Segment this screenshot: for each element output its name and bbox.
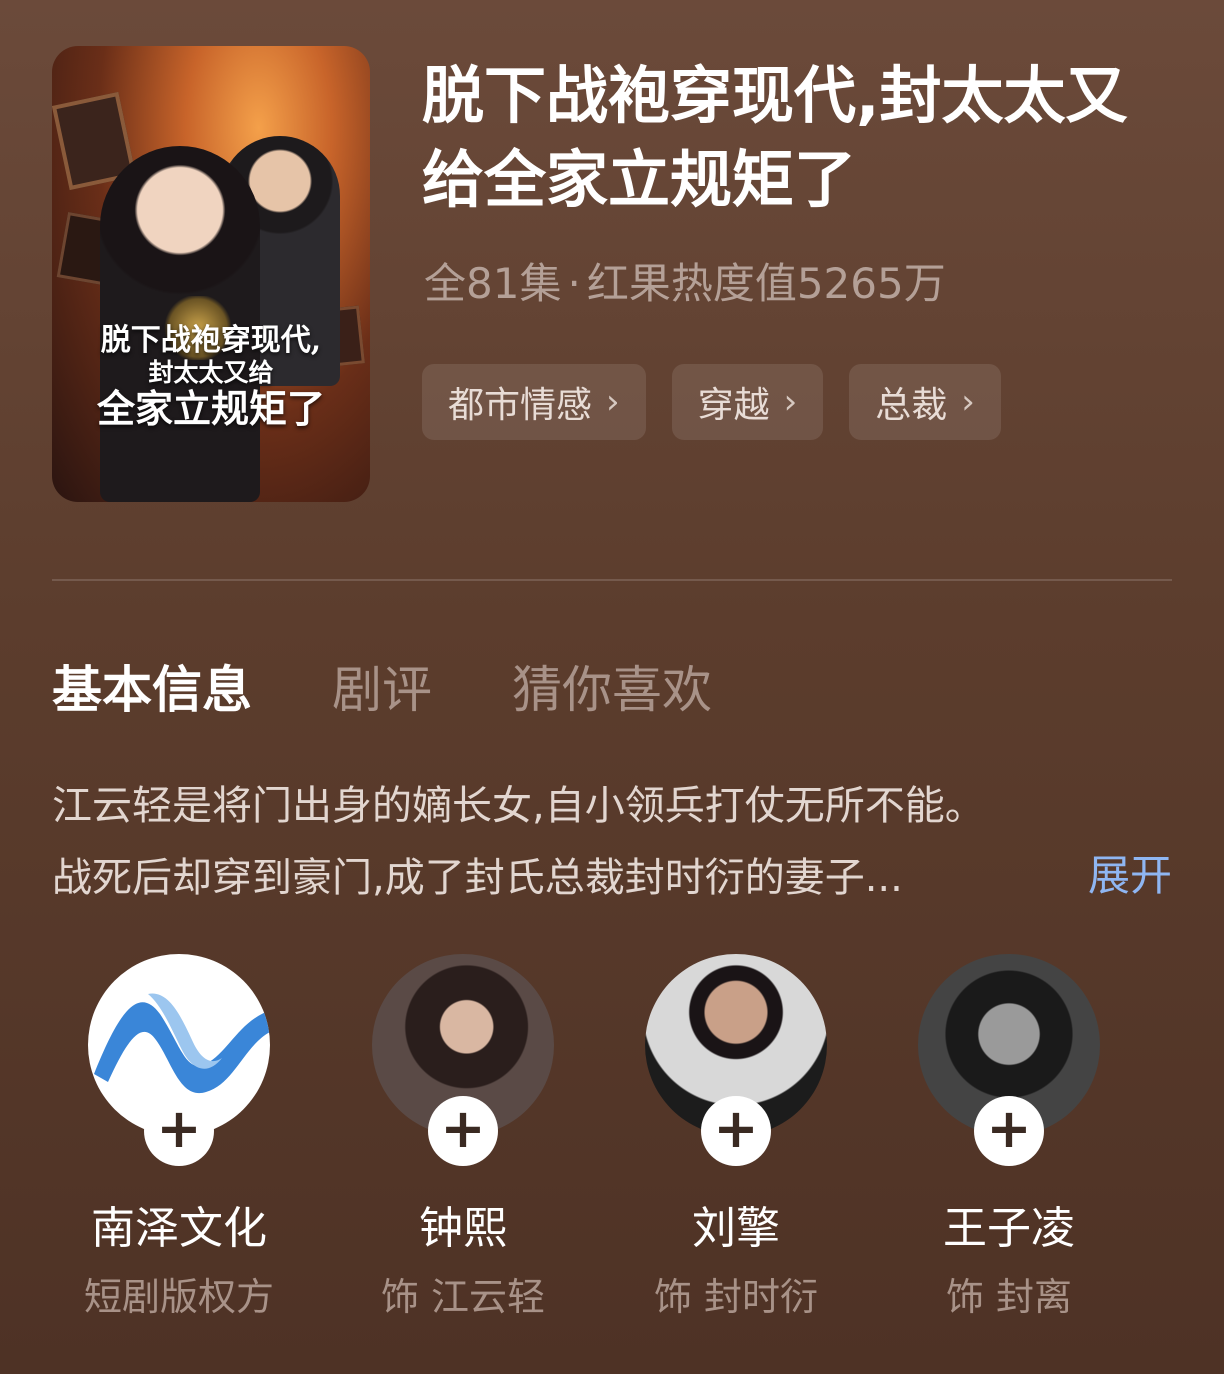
episode-count: 全81集 bbox=[424, 259, 562, 308]
synopsis: 江云轻是将门出身的嫡长女,自小领兵打仗无所不能。 战死后却穿到豪门,成了封氏总裁… bbox=[52, 770, 1172, 914]
follow-plus-button[interactable]: + bbox=[144, 1096, 214, 1166]
cast-name: 钟熙 bbox=[419, 1203, 507, 1254]
poster-title: 脱下战袍穿现代, 封太太又给 全家立规矩了 bbox=[96, 323, 325, 432]
follow-plus-button[interactable]: + bbox=[974, 1096, 1044, 1166]
tag-label: 穿越 bbox=[697, 385, 770, 426]
tag-time-travel[interactable]: 穿越 › bbox=[671, 364, 824, 440]
cast-name: 王子凌 bbox=[943, 1203, 1075, 1254]
tag-urban-romance[interactable]: 都市情感 › bbox=[422, 364, 646, 440]
tab-bar: 基本信息 剧评 猜你喜欢 bbox=[52, 650, 712, 722]
cast-role: 饰 封离 bbox=[945, 1275, 1073, 1319]
tag-label: 总裁 bbox=[875, 385, 948, 426]
cast-role: 饰 江云轻 bbox=[380, 1275, 546, 1319]
synopsis-line: 江云轻是将门出身的嫡长女,自小领兵打仗无所不能。 bbox=[52, 783, 985, 829]
follow-plus-button[interactable]: + bbox=[428, 1096, 498, 1166]
cast-role: 短剧版权方 bbox=[83, 1275, 274, 1319]
tab-recommendations[interactable]: 猜你喜欢 bbox=[512, 650, 712, 722]
cast-name: 南泽文化 bbox=[91, 1203, 267, 1254]
tab-basic-info[interactable]: 基本信息 bbox=[52, 650, 252, 722]
synopsis-line: 战死后却穿到豪门,成了封氏总裁封时衍的妻子... bbox=[52, 855, 903, 901]
chevron-right-icon: › bbox=[606, 382, 620, 422]
drama-title: 脱下战袍穿现代,封太太又给全家立规矩了 bbox=[422, 59, 1128, 216]
divider bbox=[52, 579, 1172, 581]
cast-role: 饰 封时衍 bbox=[653, 1275, 819, 1319]
chevron-right-icon: › bbox=[961, 382, 975, 422]
follow-plus-button[interactable]: + bbox=[701, 1096, 771, 1166]
meta-separator: · bbox=[567, 259, 581, 308]
drama-meta: 全81集 · 红果热度值5265万 bbox=[424, 250, 946, 311]
tab-reviews[interactable]: 剧评 bbox=[332, 650, 432, 722]
chevron-right-icon: › bbox=[783, 382, 798, 422]
tag-label: 都市情感 bbox=[448, 385, 593, 426]
cast-name: 刘擎 bbox=[692, 1203, 780, 1254]
tag-list: 都市情感 › 穿越 › 总裁 › bbox=[422, 364, 1001, 440]
expand-button[interactable]: 展开 bbox=[1088, 842, 1172, 903]
heat-value: 红果热度值5265万 bbox=[586, 259, 946, 308]
poster-image[interactable]: 脱下战袍穿现代, 封太太又给 全家立规矩了 bbox=[52, 46, 370, 502]
tag-ceo[interactable]: 总裁 › bbox=[849, 364, 1001, 440]
